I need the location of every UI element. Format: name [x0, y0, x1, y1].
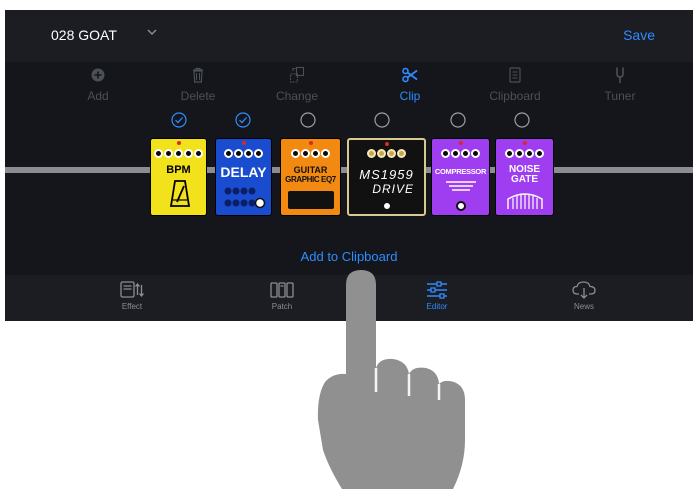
add-to-clipboard-button[interactable]: Add to Clipboard: [5, 249, 693, 264]
knob-row: [432, 149, 489, 158]
change-label: Change: [275, 89, 319, 103]
clipboard-button[interactable]: Clipboard: [475, 62, 555, 103]
knob-row: [281, 149, 340, 158]
tab-effect-label: Effect: [121, 302, 143, 311]
knob-row: [496, 149, 553, 158]
empty-circle-icon[interactable]: [514, 112, 530, 128]
empty-circle-icon[interactable]: [374, 112, 390, 128]
patch-name[interactable]: 028 GOAT: [51, 27, 117, 43]
pedal-name: BPM: [166, 164, 191, 176]
led-indicator: [458, 141, 463, 145]
knob-row: [216, 149, 271, 158]
pedal-name-line1: GUITAR: [293, 165, 328, 175]
plus-circle-icon: [91, 68, 105, 82]
pedal-name-line2: GATE: [510, 174, 539, 185]
save-button[interactable]: Save: [623, 27, 655, 43]
tab-effect[interactable]: Effect: [62, 275, 202, 311]
trash-icon: [193, 67, 203, 83]
change-button[interactable]: Change: [257, 62, 337, 103]
chevron-down-icon[interactable]: [145, 25, 159, 39]
knob-row: [151, 149, 206, 158]
led-indicator: [522, 141, 527, 145]
gate-graphic-icon: [507, 193, 543, 209]
pedal-compressor[interactable]: COMPRESSOR: [431, 138, 490, 216]
pedal-delay[interactable]: DELAY: [215, 138, 272, 216]
delete-label: Delete: [180, 89, 216, 103]
led-indicator: [308, 141, 313, 145]
effect-icon: [120, 281, 145, 298]
edit-toolbar: Add Delete Change Clip Clipboard Tuner: [5, 62, 693, 110]
clip-button[interactable]: Clip: [370, 62, 450, 103]
empty-circle-icon[interactable]: [450, 112, 466, 128]
scissors-icon: [402, 67, 418, 83]
tab-news[interactable]: News: [514, 275, 654, 311]
clipboard-label: Clipboard: [489, 89, 541, 103]
check-circle-icon[interactable]: [171, 112, 187, 128]
top-bar: 028 GOAT Save: [5, 10, 693, 62]
led-indicator: [241, 141, 246, 145]
pedal-bpm[interactable]: BPM: [150, 138, 207, 216]
tuner-button[interactable]: Tuner: [580, 62, 660, 103]
pedal-guitar-graphic-eq7[interactable]: GUITAR GRAPHIC EQ7: [280, 138, 341, 216]
pedal-name: DELAY: [220, 164, 267, 180]
footswitch: [455, 201, 466, 211]
pedal-ms1959-drive[interactable]: MS1959 DRIVE: [347, 138, 426, 216]
pedal-name: COMPRESSOR: [434, 167, 487, 176]
eq-slider-panel: [288, 191, 334, 209]
delete-button[interactable]: Delete: [158, 62, 238, 103]
check-circle-icon[interactable]: [235, 112, 251, 128]
change-icon: [289, 66, 305, 83]
cloud-download-icon: [572, 281, 596, 299]
pedal-name-line2: GRAPHIC EQ7: [285, 175, 336, 184]
pedal-name-line1: MS1959: [359, 167, 414, 182]
led-indicator: [176, 141, 181, 145]
empty-circle-icon[interactable]: [300, 112, 316, 128]
tuner-label: Tuner: [604, 89, 636, 103]
pedal-name-line2: DRIVE: [372, 182, 414, 196]
tab-news-label: News: [573, 302, 594, 311]
led-indicator: [384, 142, 389, 146]
clipboard-icon: [509, 67, 521, 83]
tap-gesture-hand: [317, 270, 465, 489]
tuner-icon: [616, 67, 624, 83]
pedal-noise-gate[interactable]: NOISE GATE: [495, 138, 554, 216]
compressor-graph-icon: [446, 181, 476, 191]
add-button[interactable]: Add: [58, 62, 138, 103]
knob-row: [349, 149, 424, 158]
metronome-icon: [169, 180, 191, 207]
patch-icon: [270, 282, 294, 298]
footswitch: [381, 201, 392, 211]
clip-label: Clip: [399, 89, 421, 103]
effect-chain: BPM DELAY GUITAR GRAPHIC EQ7 MS1959 DRIV…: [5, 110, 693, 250]
add-label: Add: [87, 89, 109, 103]
delay-dots-icon: [224, 187, 266, 209]
